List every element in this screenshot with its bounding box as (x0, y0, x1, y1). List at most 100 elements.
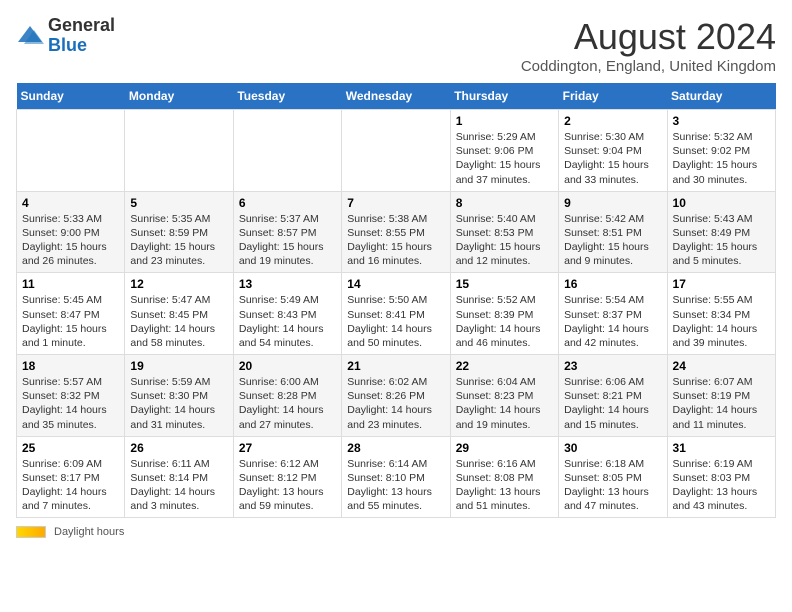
weekday-header-thursday: Thursday (450, 83, 558, 110)
calendar-week-3: 11 Sunrise: 5:45 AM Sunset: 8:47 PM Dayli… (17, 273, 776, 355)
day-number: 9 (564, 196, 661, 210)
day-info: Sunrise: 5:37 AM Sunset: 8:57 PM Dayligh… (239, 212, 336, 269)
day-info: Sunrise: 5:38 AM Sunset: 8:55 PM Dayligh… (347, 212, 444, 269)
calendar-week-4: 18 Sunrise: 5:57 AM Sunset: 8:32 PM Dayli… (17, 355, 776, 437)
day-info: Sunrise: 6:07 AM Sunset: 8:19 PM Dayligh… (673, 375, 770, 432)
calendar-cell: 21 Sunrise: 6:02 AM Sunset: 8:26 PM Dayli… (342, 355, 450, 437)
day-number: 19 (130, 359, 227, 373)
calendar-cell: 23 Sunrise: 6:06 AM Sunset: 8:21 PM Dayli… (559, 355, 667, 437)
day-info: Sunrise: 5:54 AM Sunset: 8:37 PM Dayligh… (564, 293, 661, 350)
day-info: Sunrise: 6:11 AM Sunset: 8:14 PM Dayligh… (130, 457, 227, 514)
day-info: Sunrise: 5:29 AM Sunset: 9:06 PM Dayligh… (456, 130, 553, 187)
day-number: 27 (239, 441, 336, 455)
day-number: 30 (564, 441, 661, 455)
day-info: Sunrise: 5:33 AM Sunset: 9:00 PM Dayligh… (22, 212, 119, 269)
legend-label: Daylight hours (54, 526, 124, 538)
day-info: Sunrise: 6:14 AM Sunset: 8:10 PM Dayligh… (347, 457, 444, 514)
day-number: 14 (347, 277, 444, 291)
calendar-cell: 28 Sunrise: 6:14 AM Sunset: 8:10 PM Dayli… (342, 436, 450, 518)
logo-general-text: General (48, 15, 115, 35)
calendar-header: SundayMondayTuesdayWednesdayThursdayFrid… (17, 83, 776, 110)
day-info: Sunrise: 5:40 AM Sunset: 8:53 PM Dayligh… (456, 212, 553, 269)
calendar-cell: 29Sunrise: 6:16 AM Sunset: 8:08 PM Dayli… (450, 436, 558, 518)
day-number: 7 (347, 196, 444, 210)
calendar-week-1: 1Sunrise: 5:29 AM Sunset: 9:06 PM Daylig… (17, 110, 776, 192)
day-info: Sunrise: 5:59 AM Sunset: 8:30 PM Dayligh… (130, 375, 227, 432)
day-info: Sunrise: 6:19 AM Sunset: 8:03 PM Dayligh… (673, 457, 770, 514)
footer: Daylight hours (16, 526, 776, 538)
calendar-cell: 5Sunrise: 5:35 AM Sunset: 8:59 PM Daylig… (125, 191, 233, 273)
logo: General Blue (16, 16, 115, 56)
calendar-cell: 17 Sunrise: 5:55 AM Sunset: 8:34 PM Dayli… (667, 273, 775, 355)
day-number: 12 (130, 277, 227, 291)
weekday-header-monday: Monday (125, 83, 233, 110)
day-number: 6 (239, 196, 336, 210)
day-info: Sunrise: 6:02 AM Sunset: 8:26 PM Dayligh… (347, 375, 444, 432)
day-info: Sunrise: 5:43 AM Sunset: 8:49 PM Dayligh… (673, 212, 770, 269)
day-info: Sunrise: 6:12 AM Sunset: 8:12 PM Dayligh… (239, 457, 336, 514)
day-number: 23 (564, 359, 661, 373)
calendar-table: SundayMondayTuesdayWednesdayThursdayFrid… (16, 83, 776, 518)
calendar-cell: 27 Sunrise: 6:12 AM Sunset: 8:12 PM Dayli… (233, 436, 341, 518)
calendar-cell: 18 Sunrise: 5:57 AM Sunset: 8:32 PM Dayli… (17, 355, 125, 437)
day-number: 8 (456, 196, 553, 210)
calendar-cell: 4 Sunrise: 5:33 AM Sunset: 9:00 PM Daylig… (17, 191, 125, 273)
calendar-cell: 24 Sunrise: 6:07 AM Sunset: 8:19 PM Dayli… (667, 355, 775, 437)
day-info: Sunrise: 5:50 AM Sunset: 8:41 PM Dayligh… (347, 293, 444, 350)
weekday-header-tuesday: Tuesday (233, 83, 341, 110)
day-number: 24 (673, 359, 770, 373)
day-number: 17 (673, 277, 770, 291)
calendar-cell: 3Sunrise: 5:32 AM Sunset: 9:02 PM Daylig… (667, 110, 775, 192)
weekday-header-friday: Friday (559, 83, 667, 110)
day-info: Sunrise: 6:00 AM Sunset: 8:28 PM Dayligh… (239, 375, 336, 432)
day-info: Sunrise: 5:47 AM Sunset: 8:45 PM Dayligh… (130, 293, 227, 350)
calendar-cell: 13 Sunrise: 5:49 AM Sunset: 8:43 PM Dayli… (233, 273, 341, 355)
calendar-cell: 12 Sunrise: 5:47 AM Sunset: 8:45 PM Dayli… (125, 273, 233, 355)
calendar-cell: 7 Sunrise: 5:38 AM Sunset: 8:55 PM Daylig… (342, 191, 450, 273)
calendar-cell: 11 Sunrise: 5:45 AM Sunset: 8:47 PM Dayli… (17, 273, 125, 355)
calendar-cell: 9Sunrise: 5:42 AM Sunset: 8:51 PM Daylig… (559, 191, 667, 273)
day-info: Sunrise: 5:57 AM Sunset: 8:32 PM Dayligh… (22, 375, 119, 432)
day-number: 25 (22, 441, 119, 455)
weekday-header-saturday: Saturday (667, 83, 775, 110)
logo-blue-text: Blue (48, 35, 87, 55)
calendar-cell: 14 Sunrise: 5:50 AM Sunset: 8:41 PM Dayli… (342, 273, 450, 355)
day-number: 10 (673, 196, 770, 210)
header-row: SundayMondayTuesdayWednesdayThursdayFrid… (17, 83, 776, 110)
day-info: Sunrise: 6:18 AM Sunset: 8:05 PM Dayligh… (564, 457, 661, 514)
calendar-cell: 15Sunrise: 5:52 AM Sunset: 8:39 PM Dayli… (450, 273, 558, 355)
day-number: 4 (22, 196, 119, 210)
calendar-cell: 16 Sunrise: 5:54 AM Sunset: 8:37 PM Dayli… (559, 273, 667, 355)
calendar-cell: 30 Sunrise: 6:18 AM Sunset: 8:05 PM Dayli… (559, 436, 667, 518)
day-number: 13 (239, 277, 336, 291)
calendar-cell: 1Sunrise: 5:29 AM Sunset: 9:06 PM Daylig… (450, 110, 558, 192)
calendar-cell: 26 Sunrise: 6:11 AM Sunset: 8:14 PM Dayli… (125, 436, 233, 518)
day-info: Sunrise: 5:49 AM Sunset: 8:43 PM Dayligh… (239, 293, 336, 350)
calendar-cell (17, 110, 125, 192)
day-info: Sunrise: 6:09 AM Sunset: 8:17 PM Dayligh… (22, 457, 119, 514)
day-number: 16 (564, 277, 661, 291)
day-number: 18 (22, 359, 119, 373)
calendar-body: 1Sunrise: 5:29 AM Sunset: 9:06 PM Daylig… (17, 110, 776, 518)
legend-bar (16, 526, 46, 538)
calendar-cell: 2Sunrise: 5:30 AM Sunset: 9:04 PM Daylig… (559, 110, 667, 192)
weekday-header-wednesday: Wednesday (342, 83, 450, 110)
logo-icon (16, 22, 44, 50)
day-info: Sunrise: 5:30 AM Sunset: 9:04 PM Dayligh… (564, 130, 661, 187)
day-number: 26 (130, 441, 227, 455)
day-number: 11 (22, 277, 119, 291)
day-info: Sunrise: 5:55 AM Sunset: 8:34 PM Dayligh… (673, 293, 770, 350)
day-number: 22 (456, 359, 553, 373)
day-number: 28 (347, 441, 444, 455)
calendar-cell (233, 110, 341, 192)
day-number: 15 (456, 277, 553, 291)
day-info: Sunrise: 6:06 AM Sunset: 8:21 PM Dayligh… (564, 375, 661, 432)
day-info: Sunrise: 5:45 AM Sunset: 8:47 PM Dayligh… (22, 293, 119, 350)
calendar-cell: 31Sunrise: 6:19 AM Sunset: 8:03 PM Dayli… (667, 436, 775, 518)
day-number: 21 (347, 359, 444, 373)
day-number: 3 (673, 114, 770, 128)
calendar-cell: 19 Sunrise: 5:59 AM Sunset: 8:30 PM Dayli… (125, 355, 233, 437)
calendar-cell: 6 Sunrise: 5:37 AM Sunset: 8:57 PM Daylig… (233, 191, 341, 273)
day-number: 5 (130, 196, 227, 210)
calendar-cell (342, 110, 450, 192)
